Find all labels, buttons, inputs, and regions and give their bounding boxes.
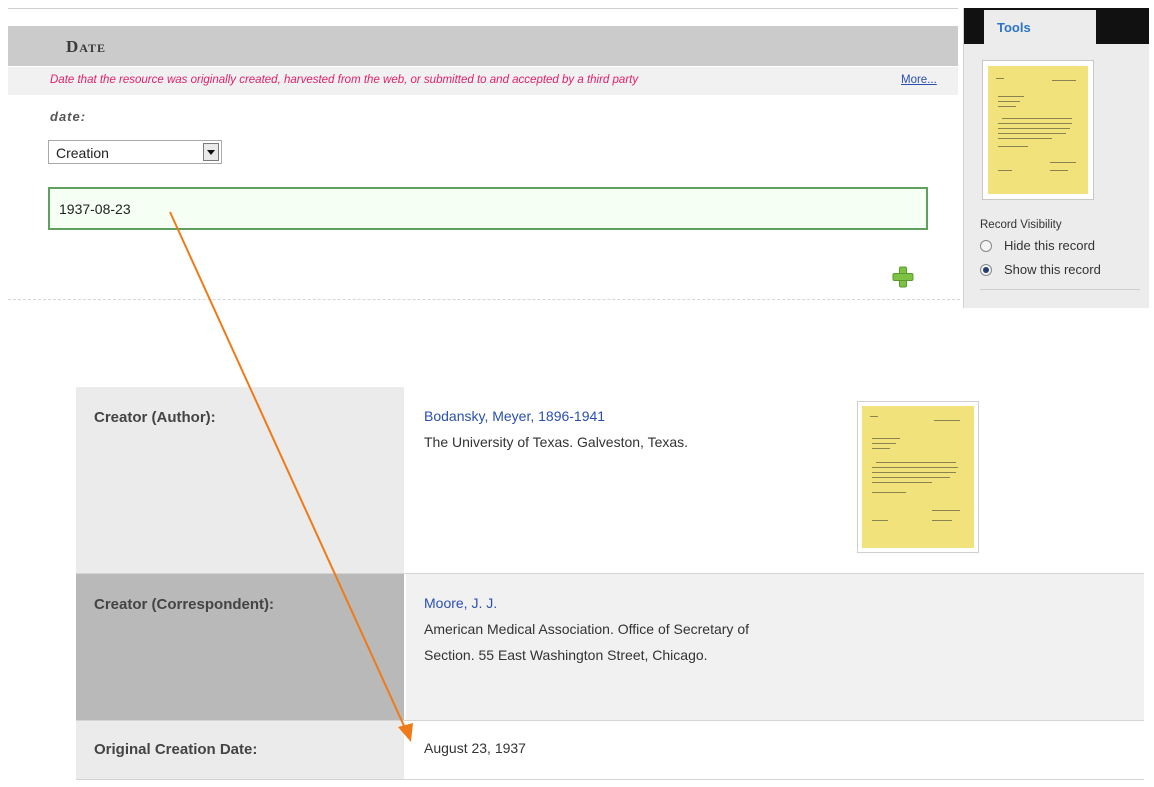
- annotation-arrow: [169, 211, 413, 742]
- arrow-head: [398, 723, 413, 742]
- arrow-line: [169, 211, 406, 729]
